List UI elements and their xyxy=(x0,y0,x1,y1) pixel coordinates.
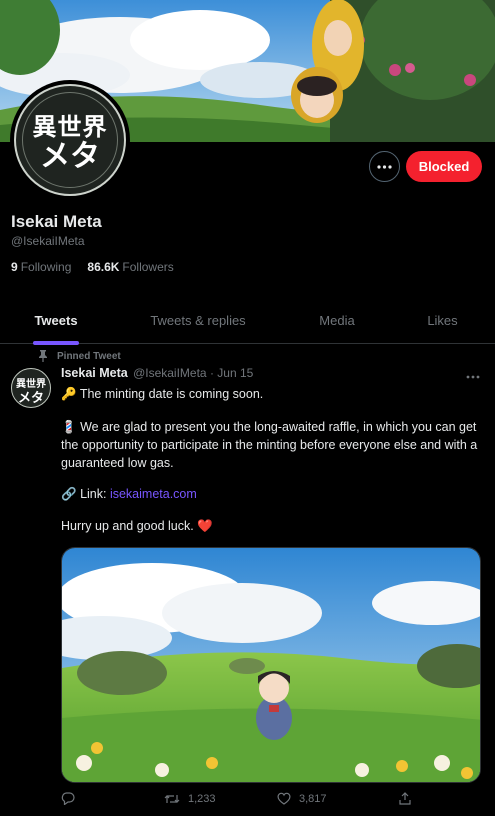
tweet-line1: The minting date is coming soon. xyxy=(79,387,264,401)
avatar-logo-line2: メタ xyxy=(40,139,100,174)
tweet-closing: Hurry up and good luck. xyxy=(61,519,194,533)
retweet-count: 1,233 xyxy=(188,792,216,805)
tweet-author-handle[interactable]: @IsekaiIMeta xyxy=(133,366,207,380)
key-emoji-icon: 🔑 xyxy=(61,387,77,401)
tweet-text-line1: 🔑 The minting date is coming soon. xyxy=(61,385,487,403)
reply-icon xyxy=(61,792,75,805)
tweet-media-image[interactable] xyxy=(61,547,481,783)
tweet-more-button[interactable] xyxy=(466,366,480,382)
ellipsis-icon xyxy=(466,375,480,379)
heart-emoji-icon: ❤️ xyxy=(197,519,213,533)
tab-label: Media xyxy=(319,312,355,328)
tab-tweets-replies[interactable]: Tweets & replies xyxy=(112,296,284,344)
heart-icon xyxy=(277,792,291,805)
tweet-separator: · xyxy=(209,366,214,380)
ellipsis-icon xyxy=(377,164,392,169)
tweet-author-name[interactable]: Isekai Meta xyxy=(61,366,128,380)
blocked-button[interactable]: Blocked xyxy=(406,151,482,182)
like-button[interactable]: 3,817 xyxy=(277,792,399,805)
tweet-actions: 1,233 3,817 xyxy=(61,792,481,805)
tweet-avatar-line2: メタ xyxy=(17,391,44,406)
profile-handle: @IsekaiIMeta xyxy=(11,234,85,248)
followers-label: Followers xyxy=(122,260,174,274)
share-icon xyxy=(399,792,411,805)
tweet-header: Isekai Meta @IsekaiIMeta · Jun 15 xyxy=(61,366,253,380)
follow-stats: 9 Following 86.6K Followers xyxy=(11,260,174,274)
media-illustration xyxy=(62,548,480,782)
tab-tweets[interactable]: Tweets xyxy=(0,296,112,345)
profile-tabs: Tweets Tweets & replies Media Likes xyxy=(0,296,495,345)
profile-name: Isekai Meta xyxy=(11,212,102,231)
tab-label: Tweets & replies xyxy=(150,312,246,328)
barber-pole-emoji-icon: 💈 xyxy=(61,420,77,434)
tweet-closing-line: Hurry up and good luck. ❤️ xyxy=(61,517,487,535)
pinned-indicator: Pinned Tweet xyxy=(38,350,121,362)
link-emoji-icon: 🔗 xyxy=(61,487,77,501)
active-tab-indicator xyxy=(33,341,79,345)
tweet-author-avatar[interactable]: 異世界 メタ xyxy=(11,368,51,408)
avatar-logo: 異世界 メタ xyxy=(14,84,126,196)
profile-avatar[interactable]: 異世界 メタ xyxy=(10,80,130,200)
link-label: Link: xyxy=(80,487,107,501)
tab-label: Tweets xyxy=(34,312,78,328)
following-label: Following xyxy=(20,260,72,274)
followers-link[interactable]: 86.6K Followers xyxy=(87,260,173,274)
retweet-icon xyxy=(164,794,180,803)
tab-label: Likes xyxy=(427,312,458,328)
pinned-label: Pinned Tweet xyxy=(57,350,121,362)
avatar-logo-line1: 異世界 xyxy=(32,113,108,141)
reply-button[interactable] xyxy=(61,792,164,805)
following-link[interactable]: 9 Following xyxy=(11,260,71,274)
retweet-button[interactable]: 1,233 xyxy=(164,792,277,805)
tab-media[interactable]: Media xyxy=(284,296,390,344)
more-options-button[interactable] xyxy=(369,151,400,182)
tweet-text-para2: 💈 We are glad to present you the long-aw… xyxy=(61,418,487,472)
share-button[interactable] xyxy=(399,792,411,805)
like-count: 3,817 xyxy=(299,792,327,805)
following-count: 9 xyxy=(11,260,18,274)
tweet-para2: We are glad to present you the long-awai… xyxy=(61,420,478,470)
followers-count: 86.6K xyxy=(87,260,120,274)
tweet-link-line: 🔗 Link: isekaimeta.com xyxy=(61,485,487,503)
tweet-link[interactable]: isekaimeta.com xyxy=(110,487,197,501)
tweet-date[interactable]: Jun 15 xyxy=(217,366,253,380)
tab-likes[interactable]: Likes xyxy=(390,296,495,344)
pin-icon xyxy=(39,350,47,362)
